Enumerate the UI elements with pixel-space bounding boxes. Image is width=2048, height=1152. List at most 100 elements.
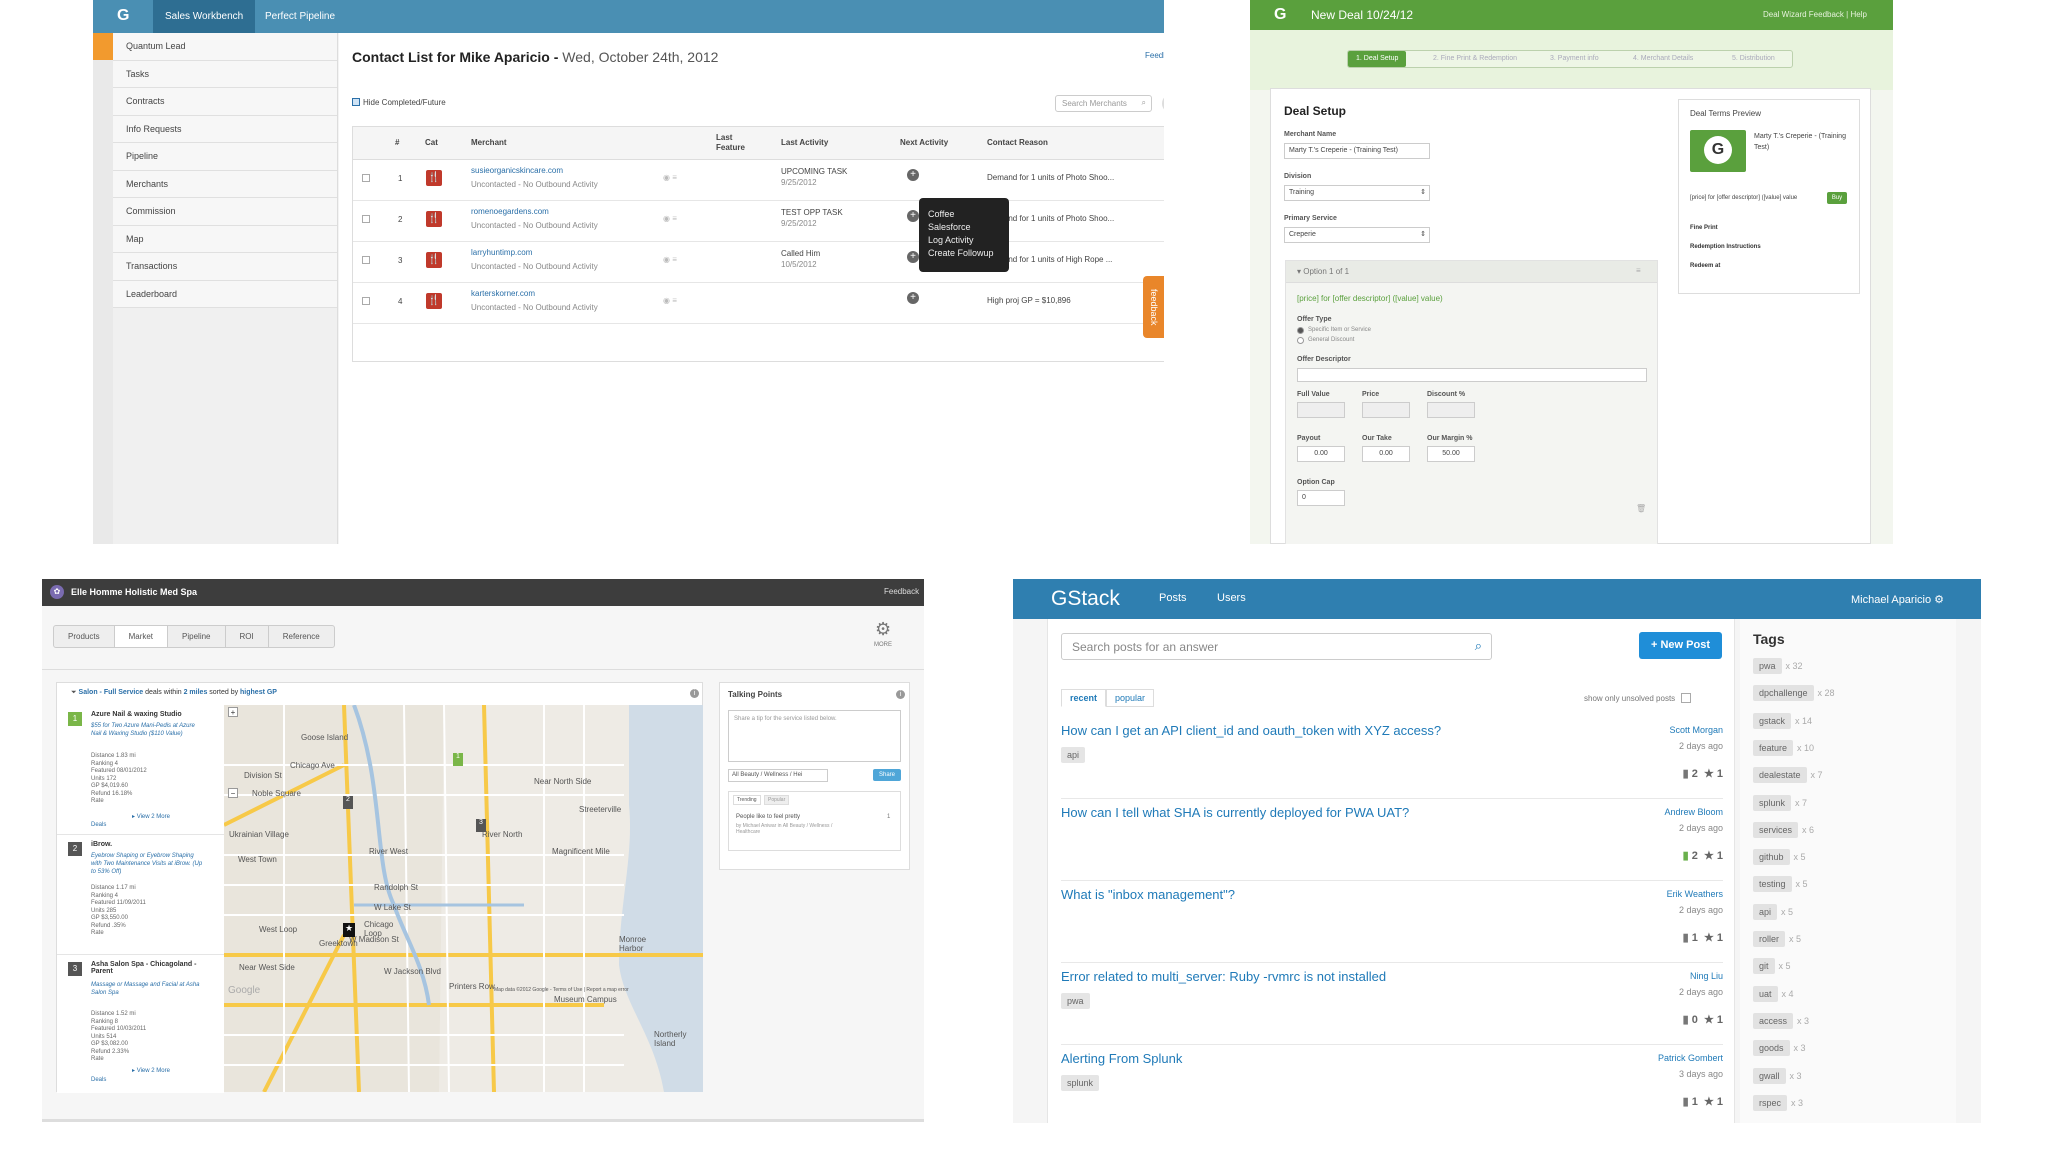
tag-item[interactable]: api x 5 bbox=[1753, 903, 1793, 920]
listing-deal[interactable]: $55 for Two Azure Mani-Pedis at Azure Na… bbox=[91, 722, 206, 738]
gear-icon[interactable]: ⚙ bbox=[875, 619, 891, 640]
step-payment-info[interactable]: 3. Payment info bbox=[1550, 51, 1599, 67]
payout-stepper[interactable]: 0.00 bbox=[1297, 446, 1345, 462]
step-merchant-details[interactable]: 4. Merchant Details bbox=[1633, 51, 1693, 67]
tab-products[interactable]: Products bbox=[54, 626, 115, 647]
step-distribution[interactable]: 5. Distribution bbox=[1732, 51, 1775, 67]
tag-item[interactable]: services x 6 bbox=[1753, 821, 1814, 838]
post-item[interactable]: How can I tell what SHA is currently dep… bbox=[1061, 799, 1723, 881]
post-tag[interactable]: splunk bbox=[1061, 1075, 1100, 1091]
table-row[interactable]: 4 🍴 karterskorner.com Uncontacted - No O… bbox=[353, 283, 1164, 324]
table-row[interactable]: 2 🍴 romenoegardens.com Uncontacted - No … bbox=[353, 201, 1164, 242]
user-menu[interactable]: Michael Aparicio ⚙ bbox=[1851, 593, 1944, 606]
row-checkbox[interactable] bbox=[362, 215, 370, 223]
buy-button[interactable]: Buy bbox=[1827, 192, 1847, 204]
post-tag[interactable]: pwa bbox=[1061, 993, 1090, 1009]
post-title[interactable]: How can I get an API client_id and oauth… bbox=[1061, 723, 1441, 738]
search-icon[interactable]: ⌕ bbox=[1475, 638, 1482, 654]
tag-item[interactable]: splunk x 7 bbox=[1753, 794, 1807, 811]
view-more-link[interactable]: ▸ View 2 More bbox=[132, 813, 170, 820]
zoom-in-button[interactable]: + bbox=[228, 707, 238, 717]
tag-chip[interactable]: uat bbox=[1753, 985, 1778, 1002]
sidebar-item-transactions[interactable]: Transactions bbox=[113, 253, 337, 281]
tab-trending[interactable]: Trending bbox=[733, 795, 761, 805]
listing-deal[interactable]: Massage or Massage and Facial at Asha Sa… bbox=[91, 981, 206, 997]
option-cap-field[interactable]: 0 bbox=[1297, 490, 1345, 506]
gstack-logo[interactable]: GStack bbox=[1051, 587, 1120, 611]
map-pin[interactable]: 1 bbox=[453, 753, 463, 766]
feedback-tab[interactable]: feedback bbox=[1143, 276, 1164, 338]
area-map[interactable]: Goose Island Chicago Ave Noble Square We… bbox=[224, 705, 703, 1092]
tag-item[interactable]: git x 5 bbox=[1753, 958, 1791, 975]
merchant-link[interactable]: romenoegardens.com bbox=[471, 207, 549, 216]
our-margin-stepper[interactable]: 50.00 bbox=[1427, 446, 1475, 462]
map-pin[interactable]: 3 bbox=[476, 819, 486, 832]
tab-popular[interactable]: popular bbox=[1106, 689, 1155, 707]
filter-summary[interactable]: ⏷ Salon - Full Service deals within 2 mi… bbox=[71, 689, 277, 697]
tag-chip[interactable]: gwall bbox=[1753, 1067, 1786, 1084]
primary-service-select[interactable]: Creperie ⇕ bbox=[1284, 227, 1430, 243]
map-attribution[interactable]: Map data ©2012 Google - Terms of Use | R… bbox=[494, 987, 629, 993]
drag-handle-icon[interactable]: ≡ bbox=[1636, 266, 1641, 275]
tab-sales-workbench[interactable]: Sales Workbench bbox=[153, 0, 256, 33]
radio-general-discount[interactable] bbox=[1297, 337, 1304, 344]
tag-item[interactable]: access x 3 bbox=[1753, 1012, 1809, 1029]
merchant-name-field[interactable]: Marty T.'s Creperie - (Training Test) bbox=[1284, 143, 1430, 159]
sidebar-item-map[interactable]: Map bbox=[113, 225, 337, 253]
radio-specific-item[interactable] bbox=[1297, 327, 1304, 334]
post-title[interactable]: Alerting From Splunk bbox=[1061, 1051, 1182, 1066]
tag-chip[interactable]: gstack bbox=[1753, 712, 1792, 729]
tag-item[interactable]: testing x 5 bbox=[1753, 876, 1808, 893]
post-tag[interactable]: api bbox=[1061, 747, 1086, 763]
nav-posts[interactable]: Posts bbox=[1159, 592, 1187, 604]
sidebar-item-quantum-lead[interactable]: Quantum Lead bbox=[113, 33, 337, 61]
tab-roi[interactable]: ROI bbox=[226, 626, 269, 647]
trash-icon[interactable]: 🗑 bbox=[1636, 504, 1646, 513]
post-title[interactable]: Error related to multi_server: Ruby -rvm… bbox=[1061, 969, 1386, 984]
menu-item-log-activity[interactable]: Log Activity bbox=[928, 234, 1000, 247]
offer-descriptor-field[interactable] bbox=[1297, 368, 1647, 382]
sidebar-item-merchants[interactable]: Merchants bbox=[113, 170, 337, 198]
post-item[interactable]: Error related to multi_server: Ruby -rvm… bbox=[1061, 963, 1723, 1045]
deals-link[interactable]: Deals bbox=[91, 1077, 106, 1083]
refresh-icon[interactable]: ↻ bbox=[1162, 94, 1164, 113]
tag-chip[interactable]: dealestate bbox=[1753, 767, 1807, 784]
more-label[interactable]: MORE bbox=[874, 642, 892, 648]
step-fine-print[interactable]: 2. Fine Print & Redemption bbox=[1433, 51, 1517, 67]
tab-perfect-pipeline[interactable]: Perfect Pipeline bbox=[253, 0, 347, 33]
tab-recent[interactable]: recent bbox=[1061, 689, 1107, 707]
post-item[interactable]: What is "inbox management"? Erik Weather… bbox=[1061, 881, 1723, 963]
listing-name[interactable]: Azure Nail & waxing Studio bbox=[91, 711, 221, 718]
price-stepper[interactable] bbox=[1362, 402, 1410, 418]
zoom-out-button[interactable]: − bbox=[228, 788, 238, 798]
tag-chip[interactable]: api bbox=[1753, 903, 1778, 920]
tag-chip[interactable]: rspec bbox=[1753, 1094, 1788, 1111]
row-checkbox[interactable] bbox=[362, 297, 370, 305]
tab-reference[interactable]: Reference bbox=[269, 626, 334, 647]
map-pin[interactable]: 2 bbox=[343, 796, 353, 809]
post-author[interactable]: Ning Liu bbox=[1690, 971, 1723, 981]
list-item[interactable]: 1 Azure Nail & waxing Studio $55 for Two… bbox=[57, 705, 224, 835]
sidebar-item-commission[interactable]: Commission bbox=[113, 198, 337, 226]
search-input[interactable]: Search posts for an answer ⌕ bbox=[1061, 633, 1492, 660]
post-author[interactable]: Patrick Gombert bbox=[1658, 1053, 1723, 1063]
info-icon[interactable]: i bbox=[896, 690, 905, 699]
tag-chip[interactable]: feature bbox=[1753, 739, 1794, 756]
nav-users[interactable]: Users bbox=[1217, 592, 1246, 604]
merchant-link[interactable]: karterskorner.com bbox=[471, 289, 535, 298]
row-checkbox[interactable] bbox=[362, 174, 370, 182]
add-activity-icon[interactable]: + bbox=[907, 292, 919, 304]
tag-chip[interactable]: git bbox=[1753, 958, 1775, 975]
tab-popular[interactable]: Popular bbox=[764, 795, 790, 805]
tag-chip[interactable]: services bbox=[1753, 821, 1799, 838]
feedback-link[interactable]: Feedback on Call List bbox=[1145, 51, 1164, 60]
merchant-link[interactable]: larryhuntimp.com bbox=[471, 248, 532, 257]
table-row[interactable]: 1 🍴 susieorganicskincare.com Uncontacted… bbox=[353, 160, 1164, 201]
tag-item[interactable]: pwa x 32 bbox=[1753, 658, 1803, 674]
tag-item[interactable]: gstack x 14 bbox=[1753, 712, 1812, 729]
table-row[interactable]: 3 🍴 larryhuntimp.com Uncontacted - No Ou… bbox=[353, 242, 1164, 283]
checkbox-icon[interactable] bbox=[352, 98, 360, 106]
post-title[interactable]: What is "inbox management"? bbox=[1061, 887, 1235, 902]
star-marker-icon[interactable]: ★ bbox=[343, 923, 355, 937]
sidebar-item-pipeline[interactable]: Pipeline bbox=[113, 143, 337, 171]
